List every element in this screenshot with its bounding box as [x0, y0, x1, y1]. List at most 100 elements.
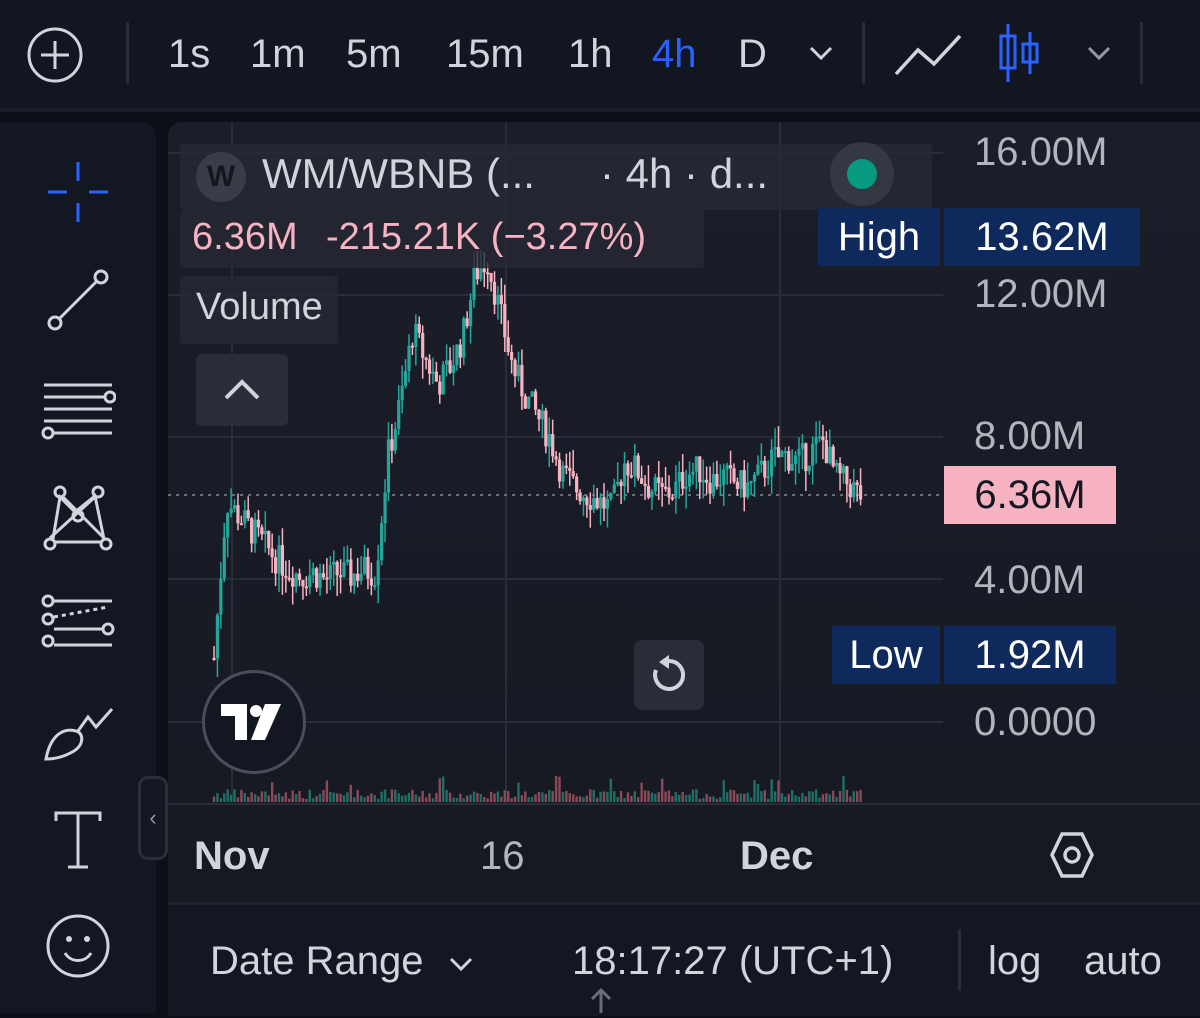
candle-body	[414, 323, 418, 348]
emoji-icon[interactable]	[38, 906, 118, 986]
timeframe-5m[interactable]: 5m	[346, 30, 402, 78]
log-scale-toggle[interactable]: log	[988, 939, 1041, 984]
volume-bar	[777, 780, 780, 802]
candle-body	[383, 492, 387, 524]
text-tool-icon[interactable]	[38, 800, 118, 880]
candle-body	[380, 523, 384, 561]
time-label-dec: Dec	[740, 834, 814, 878]
volume-bar	[797, 796, 801, 802]
candle-body	[670, 497, 675, 500]
volume-bar	[288, 798, 291, 802]
tradingview-logo[interactable]	[202, 670, 306, 774]
volume-bar	[315, 795, 318, 802]
clock[interactable]: 18:17:27 (UTC+1)	[572, 939, 893, 984]
candle-body	[427, 359, 432, 374]
candle-body	[571, 471, 575, 477]
candle-body	[516, 364, 521, 377]
volume-bar	[318, 793, 322, 802]
chart-pane[interactable]: W WM/WBNB (... · 4h · d... 6.36M -215.21…	[168, 122, 1200, 902]
volume-bar	[743, 793, 746, 802]
volume-bar	[281, 796, 284, 802]
candle-body	[417, 323, 421, 333]
candle-body	[739, 470, 743, 489]
volume-bar	[332, 792, 335, 802]
candle-body	[728, 465, 733, 469]
volume-bar	[619, 790, 623, 802]
candle-body	[486, 272, 490, 275]
timeframe-15m[interactable]: 15m	[446, 30, 524, 78]
candle-body	[523, 396, 527, 409]
timeframe-1h[interactable]: 1h	[568, 30, 613, 78]
volume-label[interactable]: Volume	[196, 286, 323, 329]
pattern-icon[interactable]	[38, 476, 118, 556]
volume-bar	[298, 791, 301, 802]
volume-bar	[325, 780, 329, 802]
timeframe-d[interactable]: D	[738, 30, 767, 78]
volume-bar	[609, 778, 613, 802]
candle-body	[328, 564, 332, 580]
chart-settings-icon[interactable]	[1048, 830, 1096, 880]
candle-body	[640, 478, 644, 484]
volume-bar	[613, 791, 616, 802]
volume-bar	[568, 793, 571, 802]
timeframe-chevron-down-icon[interactable]	[806, 40, 836, 66]
forecast-tools-icon[interactable]	[38, 584, 118, 664]
market-status-dot[interactable]	[830, 142, 894, 206]
volume-bar	[640, 782, 643, 802]
volume-bar	[339, 793, 342, 802]
auto-scale-toggle[interactable]: auto	[1084, 939, 1162, 984]
volume-bar	[270, 782, 274, 802]
crosshair-icon[interactable]	[38, 152, 118, 232]
candle-body	[260, 527, 264, 535]
candle-body	[499, 295, 503, 305]
candle-body	[598, 497, 603, 509]
timeframe-4h[interactable]: 4h	[652, 30, 697, 78]
trend-line-icon[interactable]	[38, 260, 118, 340]
candle-body	[547, 434, 551, 447]
volume-bar	[390, 789, 394, 802]
candle-body	[236, 505, 240, 524]
volume-bar	[312, 798, 315, 802]
volume-bar	[489, 791, 493, 802]
candle-body	[650, 491, 654, 498]
date-range-button[interactable]: Date Range	[210, 939, 475, 984]
candle-body	[585, 497, 589, 506]
candlestick-icon[interactable]	[996, 22, 1042, 84]
volume-bar	[719, 797, 722, 802]
collapse-legend-button[interactable]	[196, 354, 288, 426]
candle-body	[557, 459, 562, 482]
timeframe-1s[interactable]: 1s	[168, 30, 210, 78]
candle-body	[807, 465, 811, 472]
add-indicator-icon[interactable]	[26, 26, 84, 84]
volume-bar	[773, 791, 777, 802]
candle-body	[660, 483, 664, 487]
brush-icon[interactable]	[38, 692, 118, 772]
volume-bar	[753, 780, 756, 802]
candle-body	[465, 318, 469, 327]
reset-chart-button[interactable]	[634, 640, 704, 710]
volume-bar	[530, 796, 534, 802]
volume-bar	[373, 795, 376, 802]
volume-bar	[462, 798, 465, 802]
line-chart-icon[interactable]	[892, 30, 964, 80]
candle-body	[229, 508, 233, 514]
volume-bar	[695, 789, 698, 802]
volume-bar	[554, 775, 558, 802]
volume-bar	[660, 778, 664, 802]
candle-body	[708, 482, 712, 494]
timeframe-1m[interactable]: 1m	[250, 30, 306, 78]
candle-body	[284, 575, 288, 578]
collapse-sidebar-button[interactable]: ‹	[138, 776, 168, 860]
candle-body	[438, 381, 442, 395]
candle-body	[544, 410, 548, 447]
fib-retracement-icon[interactable]	[38, 368, 118, 448]
volume-bar	[455, 797, 459, 802]
chart-type-chevron-down-icon[interactable]	[1084, 40, 1114, 66]
candle-body	[226, 513, 230, 538]
candle-body	[253, 519, 257, 544]
symbol-name[interactable]: WM/WBNB (...	[262, 150, 535, 198]
candle-body	[318, 573, 322, 588]
volume-bar	[705, 794, 708, 802]
drawing-toolbar	[0, 122, 156, 1013]
date-range-label: Date Range	[210, 939, 424, 983]
